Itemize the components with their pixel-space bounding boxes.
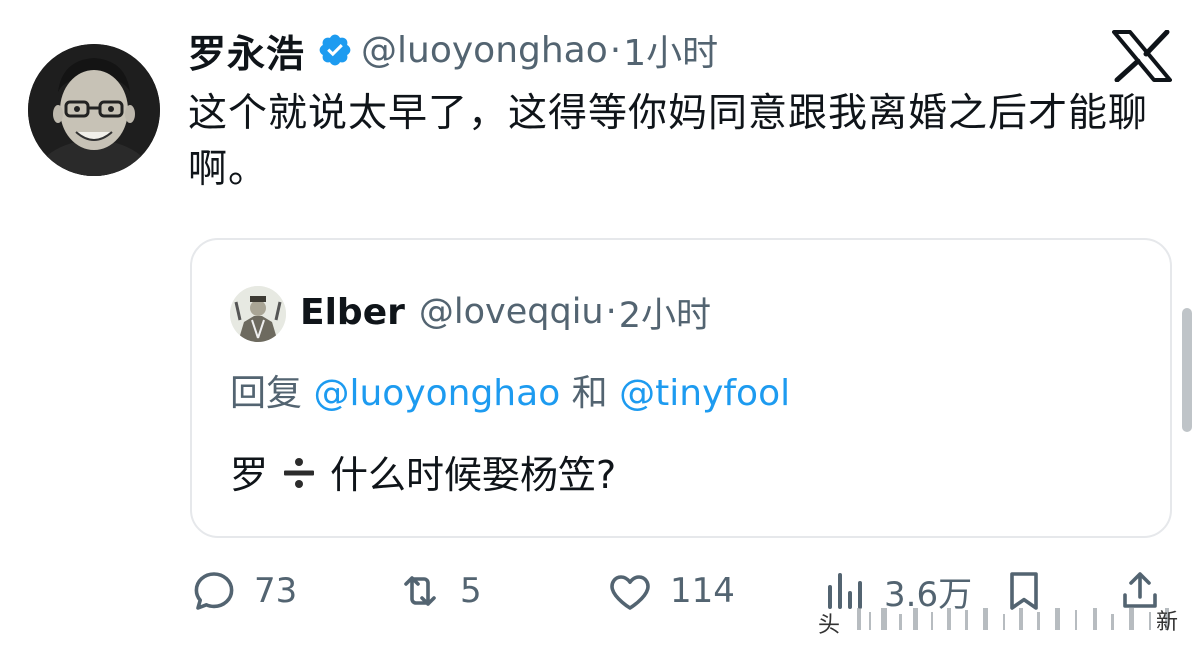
mention-link[interactable]: @luoyonghao bbox=[313, 373, 560, 414]
watermark-text: 头 bbox=[818, 613, 841, 638]
retweet-button[interactable]: 5 bbox=[396, 566, 482, 616]
watermark-barcode-icon bbox=[857, 608, 1170, 630]
retweet-count: 5 bbox=[460, 571, 482, 611]
reply-icon bbox=[194, 572, 234, 610]
verified-badge-icon bbox=[317, 32, 353, 68]
author-avatar[interactable] bbox=[28, 44, 160, 176]
reply-context: 回复 @luoyonghao 和 @tinyfool bbox=[230, 364, 790, 416]
tweet-time[interactable]: 1小时 bbox=[623, 24, 718, 76]
retweet-icon bbox=[404, 576, 436, 606]
scrollbar[interactable] bbox=[1182, 308, 1192, 432]
divide-emoji-icon bbox=[282, 455, 316, 489]
quoted-author-name[interactable]: Elber bbox=[300, 292, 405, 333]
separator-dot: · bbox=[605, 292, 617, 332]
quoted-text-end: 什么时候娶杨笠? bbox=[330, 453, 617, 497]
reply-prefix: 回复 bbox=[230, 373, 303, 414]
watermark-text-right: 新 bbox=[1156, 610, 1179, 635]
reply-button[interactable]: 73 bbox=[190, 566, 297, 616]
heart-icon bbox=[610, 575, 650, 610]
tweet-screenshot: 罗永浩 @luoyonghao · 1小时 这个就说太早了，这得等你妈同意跟我离… bbox=[0, 0, 1200, 650]
like-count: 114 bbox=[670, 571, 735, 611]
reply-count: 73 bbox=[254, 571, 298, 611]
mention-link[interactable]: @tinyfool bbox=[619, 373, 790, 414]
tweet-header: 罗永浩 @luoyonghao · 1小时 bbox=[188, 22, 718, 78]
quoted-tweet-card[interactable]: Elber @loveqqiu · 2小时 回复 @luoyonghao 和 @… bbox=[190, 238, 1172, 538]
quoted-text-start: 罗 bbox=[230, 453, 269, 497]
quoted-author-handle[interactable]: @loveqqiu bbox=[419, 292, 604, 332]
reply-conjunction: 和 bbox=[571, 373, 608, 414]
quoted-author-avatar[interactable] bbox=[230, 286, 286, 342]
separator-dot: · bbox=[609, 29, 622, 71]
quoted-tweet-time[interactable]: 2小时 bbox=[619, 287, 711, 338]
watermark: 头 bbox=[818, 606, 1177, 638]
quoted-tweet-text: 罗 什么时候娶杨笠? bbox=[230, 444, 616, 499]
author-handle[interactable]: @luoyonghao bbox=[361, 30, 608, 71]
x-logo-icon bbox=[1112, 29, 1172, 83]
quoted-tweet-header: Elber @loveqqiu · 2小时 bbox=[300, 284, 711, 340]
tweet-text: 这个就说太早了，这得等你妈同意跟我离婚之后才能聊啊。 bbox=[188, 91, 1149, 192]
author-name[interactable]: 罗永浩 bbox=[188, 23, 305, 78]
like-button[interactable]: 114 bbox=[606, 566, 735, 616]
